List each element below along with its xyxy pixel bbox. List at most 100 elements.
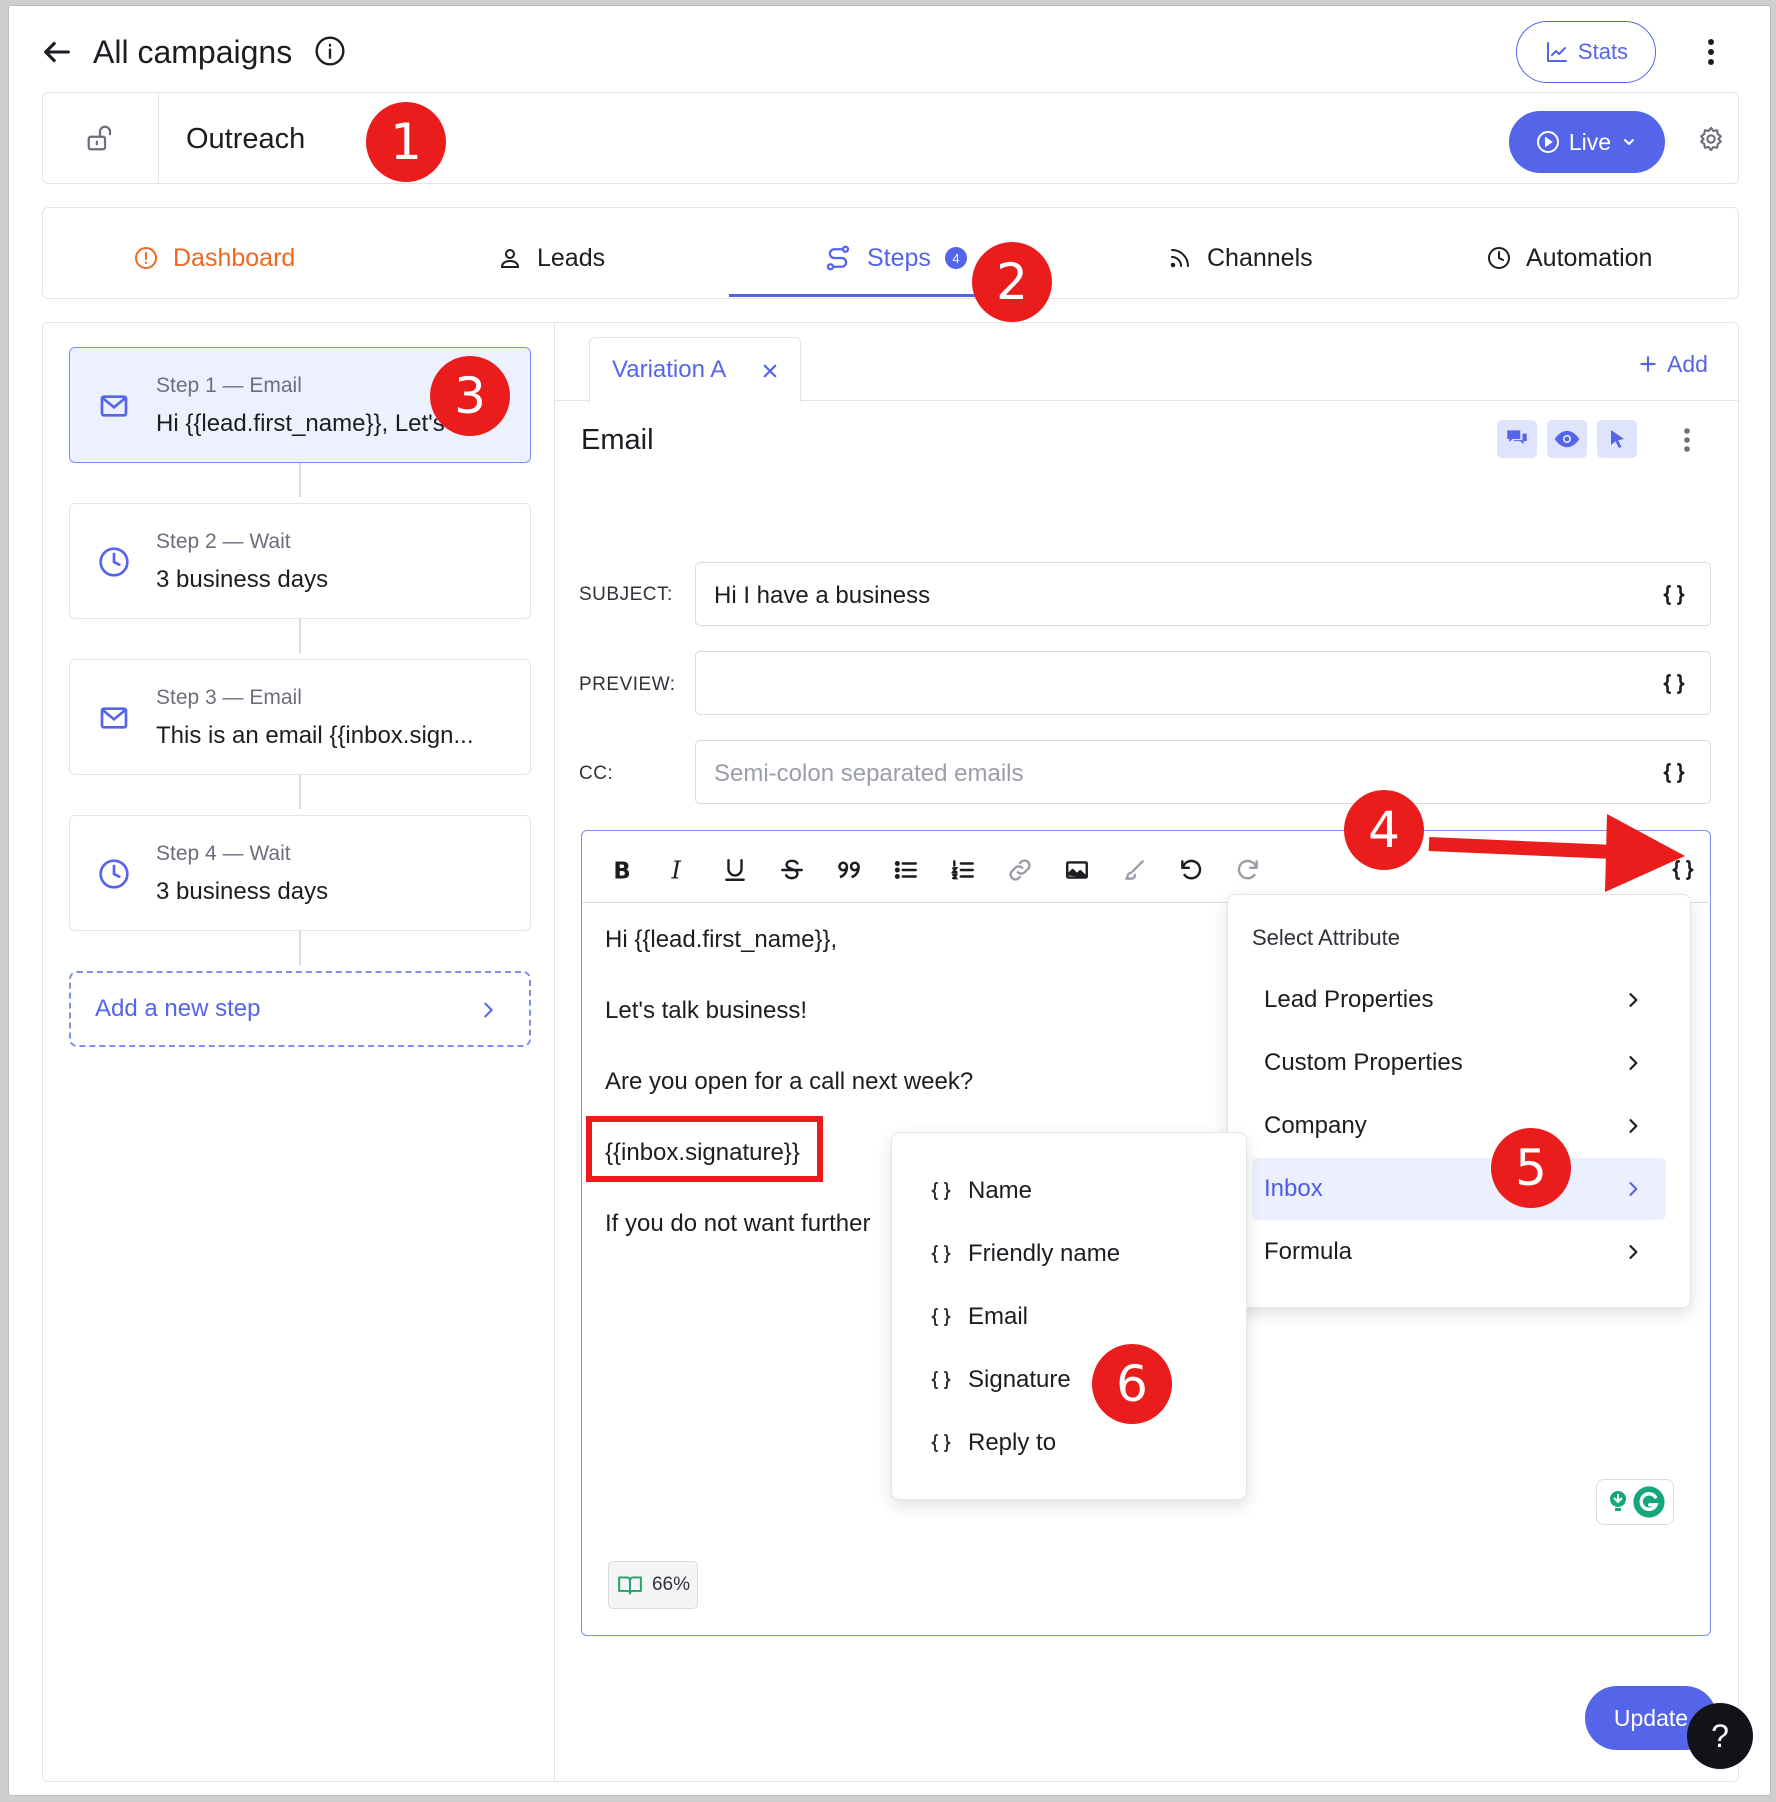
step-summary: This is an email {{inbox.sign...	[156, 722, 474, 749]
step-title: Step 3 — Email	[156, 686, 302, 709]
braces-icon[interactable]	[1660, 670, 1688, 698]
step-card-4[interactable]: Step 4 — Wait 3 business days	[69, 815, 531, 931]
braces-icon[interactable]	[1660, 581, 1688, 609]
stats-button-label: Stats	[1577, 39, 1629, 64]
step-title: Step 1 — Email	[156, 374, 302, 397]
bold-icon[interactable]: B	[604, 853, 638, 887]
inbox-attr-friendly-name[interactable]: Friendly name	[928, 1234, 1120, 1274]
stats-button[interactable]: Stats	[1516, 21, 1656, 83]
body-line-signature[interactable]: {{inbox.signature}}	[605, 1139, 800, 1167]
undo-icon[interactable]	[1174, 853, 1208, 887]
tab-channels[interactable]: Channels	[1167, 208, 1313, 308]
body-line[interactable]: Hi {{lead.first_name}},	[605, 926, 837, 954]
braces-icon	[928, 1178, 954, 1204]
image-icon[interactable]	[1060, 853, 1094, 887]
eye-icon[interactable]	[1547, 420, 1587, 458]
envelope-icon	[98, 390, 130, 422]
link-icon[interactable]	[1003, 853, 1037, 887]
alert-circle-icon	[133, 245, 159, 271]
subject-value: Hi I have a business	[714, 582, 931, 609]
play-circle-icon	[1535, 129, 1561, 155]
more-vertical-icon[interactable]	[1699, 34, 1723, 70]
annotation-marker-2: 2	[972, 242, 1052, 322]
bullet-list-icon[interactable]	[889, 853, 923, 887]
attribute-company[interactable]: Company	[1252, 1095, 1666, 1157]
body-line[interactable]: If you do not want further	[605, 1210, 871, 1238]
attribute-formula[interactable]: Formula	[1252, 1221, 1666, 1283]
add-variation-button[interactable]: Add	[1637, 349, 1708, 379]
inbox-attr-signature[interactable]: Signature	[928, 1360, 1071, 1400]
chat-icon[interactable]	[1497, 420, 1537, 458]
attribute-inbox[interactable]: Inbox	[1252, 1158, 1666, 1220]
underline-icon[interactable]	[718, 853, 752, 887]
body-line[interactable]: Are you open for a call next week?	[605, 1068, 973, 1096]
add-step-button[interactable]: Add a new step	[69, 971, 531, 1047]
subject-input[interactable]: Hi I have a business	[695, 562, 1711, 626]
inbox-attribute-submenu: Name Friendly name Email Signature Reply…	[891, 1132, 1247, 1500]
strikethrough-icon[interactable]	[775, 853, 809, 887]
numbered-list-icon[interactable]	[946, 853, 980, 887]
chevron-right-icon	[1620, 987, 1646, 1013]
inbox-attr-reply-to[interactable]: Reply to	[928, 1423, 1056, 1463]
step-card-3[interactable]: Step 3 — Email This is an email {{inbox.…	[69, 659, 531, 775]
add-step-label: Add a new step	[95, 995, 261, 1022]
rss-icon	[1167, 245, 1193, 271]
info-icon[interactable]	[313, 34, 347, 68]
submenu-item-label: Signature	[968, 1366, 1071, 1393]
envelope-icon	[98, 702, 130, 734]
submenu-item-label: Friendly name	[968, 1240, 1121, 1267]
back-arrow-icon[interactable]	[39, 34, 75, 70]
menu-item-label: Custom Properties	[1264, 1049, 1463, 1076]
step-connector	[299, 929, 301, 965]
chart-icon	[1544, 39, 1570, 65]
braces-icon[interactable]	[1660, 759, 1688, 787]
braces-icon	[928, 1367, 954, 1393]
tab-steps-label: Steps	[867, 243, 931, 272]
attribute-custom-properties[interactable]: Custom Properties	[1252, 1032, 1666, 1094]
unlock-icon[interactable]	[83, 121, 117, 155]
variation-tab-a[interactable]: Variation A	[589, 337, 801, 403]
campaign-bar: Outreach Live	[42, 92, 1739, 184]
redo-icon[interactable]	[1231, 853, 1265, 887]
annotation-marker-6: 6	[1092, 1344, 1172, 1424]
live-status-button[interactable]: Live	[1509, 111, 1665, 173]
tab-dashboard[interactable]: Dashboard	[133, 208, 295, 308]
tab-automation[interactable]: Automation	[1486, 208, 1652, 308]
preview-input[interactable]	[695, 651, 1711, 715]
cursor-icon[interactable]	[1597, 420, 1637, 458]
braces-icon	[928, 1241, 954, 1267]
annotation-marker-4: 4	[1344, 790, 1424, 870]
tabs-bar: Dashboard Leads Steps 4 Channels Automat…	[42, 207, 1739, 299]
inbox-attr-name[interactable]: Name	[928, 1171, 1032, 1211]
back-link-label[interactable]: All campaigns	[93, 34, 292, 71]
menu-item-label: Lead Properties	[1264, 986, 1434, 1013]
body-line[interactable]: Let's talk business!	[605, 997, 807, 1025]
help-button[interactable]: ?	[1687, 1703, 1753, 1769]
gear-icon[interactable]	[1695, 123, 1727, 155]
close-icon[interactable]	[758, 359, 782, 383]
tab-leads-label: Leads	[537, 243, 606, 272]
step-title: Step 2 — Wait	[156, 530, 291, 553]
clock-icon	[98, 858, 130, 890]
cc-input[interactable]: Semi-colon separated emails	[695, 740, 1711, 804]
tab-channels-label: Channels	[1207, 243, 1313, 272]
variation-tab-label: Variation A	[612, 356, 727, 383]
tab-leads[interactable]: Leads	[497, 208, 605, 308]
tab-steps[interactable]: Steps 4	[823, 208, 967, 308]
more-vertical-icon[interactable]	[1677, 424, 1697, 456]
quote-icon[interactable]	[832, 853, 866, 887]
readability-score: 66%	[651, 1574, 691, 1595]
italic-icon[interactable]: I	[661, 853, 695, 887]
attribute-lead-properties[interactable]: Lead Properties	[1252, 969, 1666, 1031]
grammarly-widget[interactable]	[1596, 1479, 1674, 1525]
annotation-arrow-icon	[1428, 814, 1685, 892]
steps-count-badge: 4	[944, 247, 967, 269]
readability-badge[interactable]: 66%	[608, 1561, 698, 1609]
campaign-name[interactable]: Outreach	[186, 123, 305, 156]
select-attribute-dropdown: Select Attribute Lead Properties Custom …	[1227, 894, 1691, 1308]
inbox-attr-email[interactable]: Email	[928, 1297, 1028, 1337]
step-connector	[299, 461, 301, 497]
brush-icon[interactable]	[1117, 853, 1151, 887]
step-card-2[interactable]: Step 2 — Wait 3 business days	[69, 503, 531, 619]
add-variation-label: Add	[1667, 350, 1708, 377]
